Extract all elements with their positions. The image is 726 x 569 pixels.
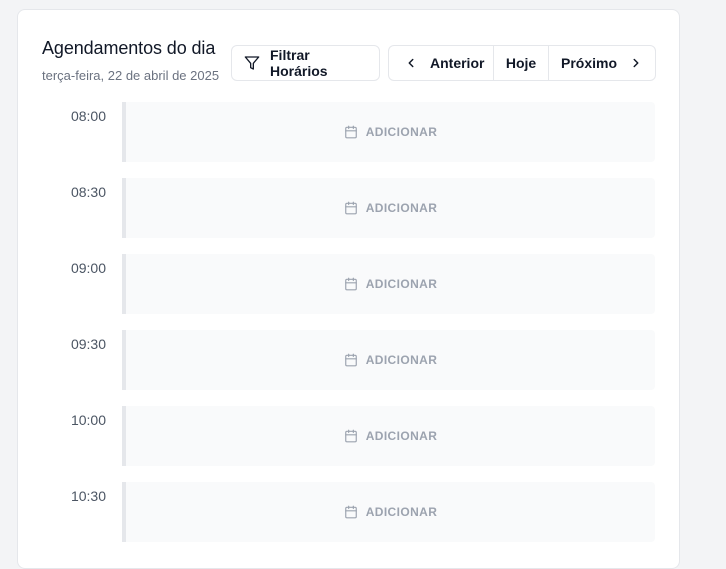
chevron-left-icon: [404, 56, 418, 70]
slot-time: 08:30: [70, 184, 106, 200]
add-appointment-slot[interactable]: ADICIONAR: [122, 102, 655, 162]
add-label: ADICIONAR: [365, 429, 438, 443]
add-appointment-slot[interactable]: ADICIONAR: [122, 254, 655, 314]
calendar-icon: [344, 125, 358, 139]
time-slot: 08:00 ADICIONAR: [18, 102, 679, 162]
slot-time: 09:00: [70, 260, 106, 276]
schedule-card: Agendamentos do dia terça-feira, 22 de a…: [17, 9, 680, 569]
next-day-label: Próximo: [561, 55, 618, 71]
time-slot: 09:00 ADICIONAR: [18, 254, 679, 314]
calendar-icon: [344, 201, 358, 215]
schedule-header: Agendamentos do dia terça-feira, 22 de a…: [42, 38, 232, 83]
add-appointment-slot[interactable]: ADICIONAR: [122, 406, 655, 466]
slot-time: 10:30: [70, 488, 106, 504]
next-day-button[interactable]: Próximo: [549, 46, 655, 80]
add-appointment-slot[interactable]: ADICIONAR: [122, 330, 655, 390]
filter-times-label: Filtrar Horários: [270, 47, 328, 79]
calendar-icon: [344, 505, 358, 519]
previous-day-label: Anterior: [430, 55, 485, 71]
slot-time: 08:00: [70, 108, 106, 124]
slot-time: 09:30: [70, 336, 106, 352]
add-label: ADICIONAR: [365, 353, 438, 367]
add-label: ADICIONAR: [365, 277, 438, 291]
add-label: ADICIONAR: [365, 125, 438, 139]
time-slot: 08:30 ADICIONAR: [18, 178, 679, 238]
time-slot: 10:00 ADICIONAR: [18, 406, 679, 466]
date-navigation: Anterior Hoje Próximo: [388, 45, 656, 81]
filter-icon: [244, 55, 260, 71]
add-appointment-slot[interactable]: ADICIONAR: [122, 482, 655, 542]
add-label: ADICIONAR: [365, 505, 438, 519]
time-slot: 09:30 ADICIONAR: [18, 330, 679, 390]
add-appointment-slot[interactable]: ADICIONAR: [122, 178, 655, 238]
slot-time: 10:00: [70, 412, 106, 428]
filter-times-button[interactable]: Filtrar Horários: [231, 45, 380, 81]
add-label: ADICIONAR: [365, 201, 438, 215]
page-title: Agendamentos do dia: [42, 38, 216, 58]
calendar-icon: [344, 353, 358, 367]
today-label: Hoje: [505, 55, 537, 71]
chevron-right-icon: [629, 56, 643, 70]
calendar-icon: [344, 429, 358, 443]
today-button[interactable]: Hoje: [494, 46, 549, 80]
calendar-icon: [344, 277, 358, 291]
date-subtitle: terça-feira, 22 de abril de 2025: [42, 68, 220, 83]
previous-day-button[interactable]: Anterior: [389, 46, 494, 80]
time-slot: 10:30 ADICIONAR: [18, 482, 679, 542]
